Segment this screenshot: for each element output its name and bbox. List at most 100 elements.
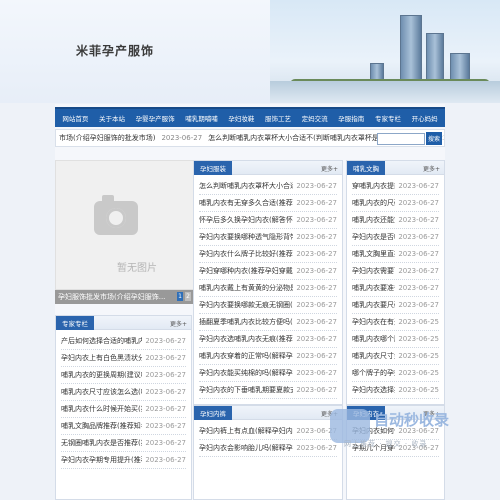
article-title[interactable]: 孕妇穿哪种内衣(推荐孕妇穿戴的款式)	[199, 266, 293, 276]
article-title[interactable]: 怎么判断哺乳内衣罩杯大小合适不(判断哺乳	[199, 181, 293, 191]
search-button[interactable]: 搜索	[426, 132, 442, 145]
list-item[interactable]: 哪个牌子的孕妇服饰好2023-06-25	[352, 365, 439, 382]
maternity-panel: 孕妇服装 更多+ 怎么判断哺乳内衣罩杯大小合适不(判断哺乳2023-06-27哺…	[193, 160, 343, 405]
article-title[interactable]: 穿哺乳内衣提前变形吗	[352, 181, 395, 191]
search-input[interactable]	[377, 133, 425, 145]
list-item[interactable]: 孕妇内衣上有白色黑渍状分泌物的原因2023-06-27	[61, 350, 186, 367]
article-title[interactable]: 哺乳内衣什么时候开始买(推荐孕期哺乳	[61, 404, 142, 414]
slide-page[interactable]: 2	[185, 292, 191, 301]
article-title[interactable]: 哺乳内衣尺寸如何做尺寸	[352, 351, 395, 361]
nav-shoes[interactable]: 孕妇妆鞋	[228, 113, 254, 123]
list-item[interactable]: 哺乳内衣什么时候开始买(推荐孕期哺乳2023-06-27	[61, 401, 186, 418]
list-item[interactable]: 孕妇内衣的下垂哺乳期要夏款式(推荐夏季2023-06-27	[199, 382, 337, 399]
panel-title[interactable]: 孕妇内裤	[194, 406, 232, 420]
site-title[interactable]: 米菲孕产服饰	[76, 42, 154, 59]
article-title[interactable]: 插翻夏季哺乳内衣比较方便吗(介绍插翻哺乳	[199, 317, 293, 327]
list-item[interactable]: 孕妇内衣选择推荐一款2023-06-25	[352, 382, 439, 399]
article-title[interactable]: 哺乳内衣尺寸应该怎么选(哺乳期选择哺	[61, 387, 142, 397]
list-item[interactable]: 孕妇内衣需要可调(推荐2023-06-27	[352, 263, 439, 280]
list-item[interactable]: 哺乳内衣要准备几件合2023-06-27	[352, 280, 439, 297]
list-item[interactable]: 无钢圈哺乳内衣是否推荐(推荐无钢圈2023-06-27	[61, 435, 186, 452]
list-item[interactable]: 哺乳内衣穿着的正常吗(解释孕妇内衣肩带2023-06-27	[199, 348, 337, 365]
nav-maternity-clothing[interactable]: 孕婴孕产服饰	[136, 113, 175, 123]
article-title[interactable]: 哪个牌子的孕妇服饰好	[352, 368, 395, 378]
list-item[interactable]: 哺乳内衣戴上有黄黄的分泌物是怎么回事，有2023-06-27	[199, 280, 337, 297]
nav-home[interactable]: 网站首页	[62, 113, 88, 123]
list-item[interactable]: 哺乳内衣还能穿几年之前2023-06-27	[352, 212, 439, 229]
panel-title[interactable]: 哺乳文胸	[347, 161, 385, 175]
article-title[interactable]: 孕妇内裤上有点血(解释孕妇内裤出现少量血	[199, 426, 293, 436]
list-item[interactable]: 怀孕后多久换孕妇内衣(解答怀孕后多久需要2023-06-27	[199, 212, 337, 229]
more-link[interactable]: 更多+	[170, 319, 187, 328]
list-item[interactable]: 孕妇内衣孕期专用提升(推荐专为孕期2023-06-27	[61, 452, 186, 469]
article-title[interactable]: 孕妇内衣上有白色黑渍状分泌物的原因	[61, 353, 142, 363]
list-item[interactable]: 孕妇内衣是否哺乳期专用2023-06-27	[352, 229, 439, 246]
list-item[interactable]: 孕妇内衣能买纯棉的吗(解释孕妇内衣的面料2023-06-27	[199, 365, 337, 382]
ticker-item[interactable]: 市场(介绍孕妇服饰的批发市场)	[59, 133, 155, 143]
panel-title[interactable]: 专家专栏	[56, 316, 94, 330]
list-item[interactable]: 哺乳内衣的更换周期(建议哺乳内衣的2023-06-27	[61, 367, 186, 384]
article-title[interactable]: 哺乳文胸里直播间的多样	[352, 249, 395, 259]
article-title[interactable]: 哺乳内衣还能穿几年之前	[352, 215, 395, 225]
article-title[interactable]: 怀孕后多久换孕妇内衣(解答怀孕后多久需要	[199, 215, 293, 225]
article-list: 穿哺乳内衣提前变形吗2023-06-27哺乳内衣的尺码打包了如何2023-06-…	[347, 175, 444, 399]
list-item[interactable]: 孕妇内衣要换哪款无痕无钢圈(推荐夏季2023-06-27	[199, 297, 337, 314]
article-title[interactable]: 孕妇内衣什么牌子比较好(推荐孕妇内衣的好	[199, 249, 293, 259]
article-title[interactable]: 哺乳内衣要准备几件合	[352, 283, 395, 293]
article-date: 2023-06-25	[398, 335, 439, 343]
article-title[interactable]: 孕妇内衣需要可调(推荐	[352, 266, 395, 276]
article-title[interactable]: 孕妇内衣孕期专用提升(推荐专为孕期	[61, 455, 142, 465]
list-item[interactable]: 孕妇内衣什么牌子比较好(推荐孕妇内衣的好2023-06-27	[199, 246, 337, 263]
article-title[interactable]: 孕妇内衣能买纯棉的吗(解释孕妇内衣的面料	[199, 368, 293, 378]
more-link[interactable]: 更多+	[321, 164, 338, 173]
list-item[interactable]: 哺乳内衣尺寸应该怎么选(哺乳期选择哺2023-06-27	[61, 384, 186, 401]
list-item[interactable]: 哺乳内衣的尺码打包了如何2023-06-27	[352, 195, 439, 212]
article-title[interactable]: 孕妇内衣选择推荐一款	[352, 385, 395, 395]
article-title[interactable]: 孕妇内衣是否哺乳期专用	[352, 232, 395, 242]
article-title[interactable]: 哺乳内衣要尺码长长不	[352, 300, 395, 310]
list-item[interactable]: 孕妇内衣要换哪种透气隐形背带(推荐哺乳期2023-06-27	[199, 229, 337, 246]
list-item[interactable]: 哺乳内衣哪个牌子的(推2023-06-25	[352, 331, 439, 348]
slide-page[interactable]: 1	[177, 292, 183, 301]
list-item[interactable]: 孕妇穿哪种内衣(推荐孕妇穿戴的款式)2023-06-27	[199, 263, 337, 280]
nav-craft[interactable]: 服饰工艺	[265, 113, 291, 123]
list-item[interactable]: 孕妇内衣选哺乳内衣无痕(推荐无痕设计的孕2023-06-27	[199, 331, 337, 348]
article-title[interactable]: 哺乳内衣穿着的正常吗(解释孕妇内衣肩带	[199, 351, 293, 361]
list-item[interactable]: 产后如何选择合适的哺乳内衣(推荐产2023-06-27	[61, 333, 186, 350]
list-item[interactable]: 哺乳内衣有无穿多久合适(推荐哺乳内衣的适2023-06-27	[199, 195, 337, 212]
article-title[interactable]: 孕妇内衣要换哪种透气隐形背带(推荐哺乳期	[199, 232, 293, 242]
list-item[interactable]: 孕妇内衣会影响胎儿吗(解释孕妇内衣对胎2023-06-27	[199, 440, 337, 457]
site-header: 米菲孕产服饰	[0, 0, 500, 103]
nav-nursing[interactable]: 哺乳期哺哺	[185, 113, 218, 123]
panel-title[interactable]: 孕妇服装	[194, 161, 232, 175]
nav-happy-mom[interactable]: 开心妈妈	[412, 113, 438, 123]
list-item[interactable]: 哺乳内衣要尺码长长不2023-06-27	[352, 297, 439, 314]
article-title[interactable]: 孕妇内衣在有无长短(推荐	[352, 317, 395, 327]
caption-text[interactable]: 孕妇服饰批发市场(介绍孕妇服饰...	[58, 292, 165, 302]
article-title[interactable]: 产后如何选择合适的哺乳内衣(推荐产	[61, 336, 142, 346]
article-title[interactable]: 孕妇内衣会影响胎儿吗(解释孕妇内衣对胎	[199, 443, 293, 453]
list-item[interactable]: 哺乳内衣尺寸如何做尺寸2023-06-25	[352, 348, 439, 365]
article-title[interactable]: 哺乳内衣戴上有黄黄的分泌物是怎么回事，有	[199, 283, 293, 293]
nav-guide[interactable]: 孕服指南	[338, 113, 364, 123]
nav-about[interactable]: 关于本站	[99, 113, 125, 123]
article-title[interactable]: 孕妇内衣选哺乳内衣无痕(推荐无痕设计的孕	[199, 334, 293, 344]
list-item[interactable]: 孕妇内衣在有无长短(推荐2023-06-25	[352, 314, 439, 331]
article-title[interactable]: 哺乳内衣有无穿多久合适(推荐哺乳内衣的适	[199, 198, 293, 208]
list-item[interactable]: 哺乳文胸品牌推荐(推荐知名的哺乳文2023-06-27	[61, 418, 186, 435]
list-item[interactable]: 穿哺乳内衣提前变形吗2023-06-27	[352, 178, 439, 195]
article-title[interactable]: 无钢圈哺乳内衣是否推荐(推荐无钢圈	[61, 438, 142, 448]
article-title[interactable]: 哺乳内衣哪个牌子的(推	[352, 334, 395, 344]
article-title[interactable]: 哺乳内衣的更换周期(建议哺乳内衣的	[61, 370, 142, 380]
article-title[interactable]: 孕妇内衣的下垂哺乳期要夏款式(推荐夏季	[199, 385, 293, 395]
nav-expert[interactable]: 专家专栏	[375, 113, 401, 123]
list-item[interactable]: 孕妇内裤上有点血(解释孕妇内裤出现少量血2023-06-27	[199, 423, 337, 440]
list-item[interactable]: 插翻夏季哺乳内衣比较方便吗(介绍插翻哺乳2023-06-27	[199, 314, 337, 331]
article-title[interactable]: 孕妇内衣要换哪款无痕无钢圈(推荐夏季	[199, 300, 293, 310]
list-item[interactable]: 哺乳文胸里直播间的多样2023-06-27	[352, 246, 439, 263]
nav-community[interactable]: 定妈交流	[302, 113, 328, 123]
article-title[interactable]: 哺乳内衣的尺码打包了如何	[352, 198, 395, 208]
list-item[interactable]: 怎么判断哺乳内衣罩杯大小合适不(判断哺乳2023-06-27	[199, 178, 337, 195]
more-link[interactable]: 更多+	[423, 164, 440, 173]
article-title[interactable]: 哺乳文胸品牌推荐(推荐知名的哺乳文	[61, 421, 142, 431]
